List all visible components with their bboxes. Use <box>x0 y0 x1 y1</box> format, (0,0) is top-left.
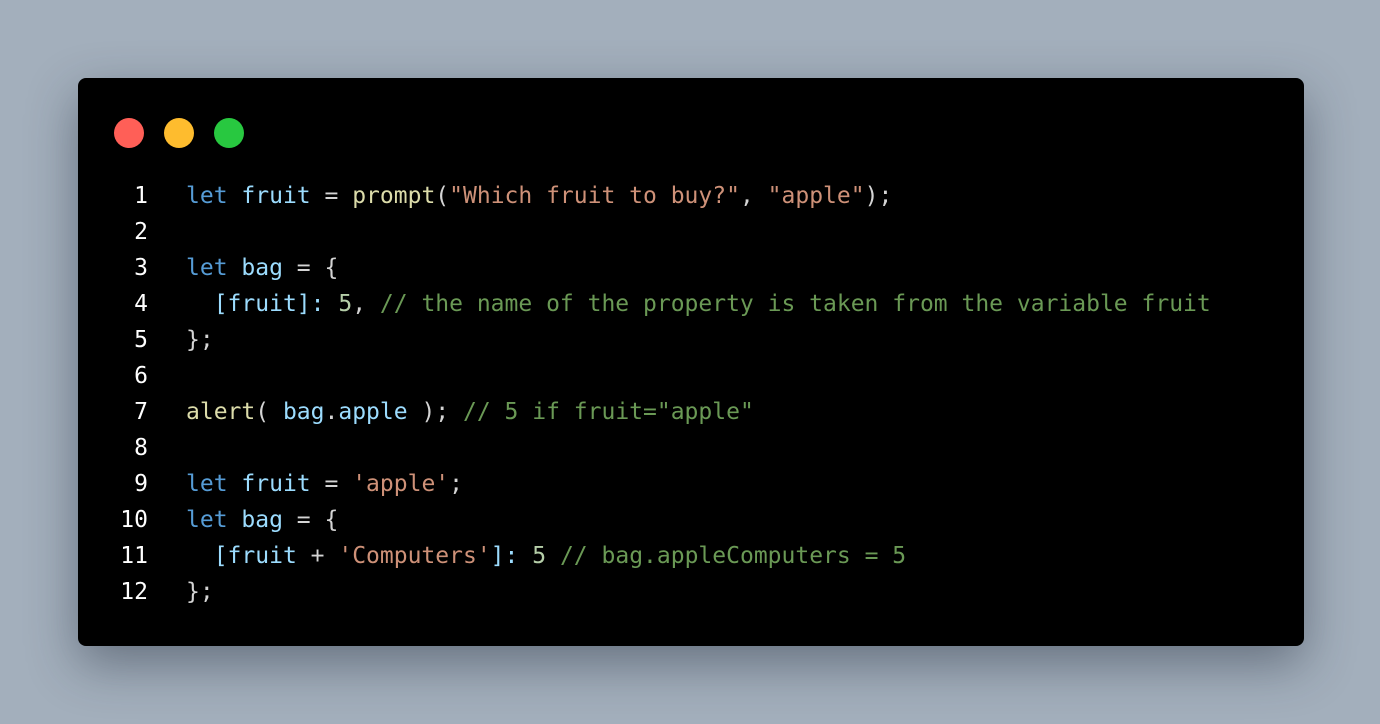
code-block: 1 let fruit = prompt("Which fruit to buy?… <box>78 178 1211 610</box>
line-number: 9 <box>134 471 148 497</box>
code-token-variable: bag <box>282 399 325 425</box>
code-token-function: prompt <box>352 183 436 209</box>
code-token-plain: ( <box>435 183 450 209</box>
code-token-plain: = { <box>282 255 339 281</box>
line-number: 2 <box>134 219 148 245</box>
code-token-plain: ); <box>864 183 893 209</box>
code-token-plain: ( <box>255 399 283 425</box>
code-token-keyword: let <box>186 183 228 209</box>
line-source: let fruit = 'apple'; <box>186 466 463 502</box>
code-token-keyword: let <box>186 507 228 533</box>
line-number: 10 <box>120 507 148 533</box>
code-line: 4 [fruit]: 5, // the name of the propert… <box>78 286 1211 322</box>
line-source: [fruit + 'Computers']: 5 // bag.appleCom… <box>186 538 906 574</box>
line-number: 5 <box>134 327 148 353</box>
code-line: 8 <box>78 430 148 466</box>
code-line: 3 let bag = { <box>78 250 338 286</box>
code-token-function: alert <box>186 399 256 425</box>
minimize-button[interactable] <box>164 118 194 148</box>
line-source: }; <box>186 574 214 610</box>
line-source: }; <box>186 322 214 358</box>
code-token-keyword: let <box>186 471 228 497</box>
line-source: let bag = { <box>186 502 338 538</box>
code-line: 1 let fruit = prompt("Which fruit to buy?… <box>78 178 892 214</box>
code-token-plain: , <box>739 183 768 209</box>
code-token-plain: ); <box>407 399 463 425</box>
line-number: 6 <box>134 363 148 389</box>
code-token-variable: bag <box>241 507 283 533</box>
code-token-plain: + <box>296 543 339 569</box>
code-token-string: "Which fruit to buy?" <box>449 183 740 209</box>
code-token-variable: fruit <box>241 471 311 497</box>
line-number: 11 <box>120 543 148 569</box>
code-line: 5}; <box>78 322 214 358</box>
window-controls <box>114 118 244 148</box>
code-window: 1 let fruit = prompt("Which fruit to buy?… <box>78 78 1304 646</box>
code-token-comment: // bag.appleComputers = 5 <box>559 543 907 569</box>
code-token-plain: , <box>352 291 380 317</box>
line-source: let fruit = prompt("Which fruit to buy?"… <box>186 178 892 214</box>
maximize-button[interactable] <box>214 118 244 148</box>
code-token-keyword: let <box>186 255 228 281</box>
code-token-plain: . <box>324 399 339 425</box>
code-line: 7 alert( bag.apple ); // 5 if fruit="appl… <box>78 394 754 430</box>
line-source: alert( bag.apple ); // 5 if fruit="apple… <box>186 394 754 430</box>
code-token-plain: = { <box>282 507 339 533</box>
code-token-variable: apple <box>338 399 408 425</box>
code-token-variable: [fruit <box>213 543 297 569</box>
line-number: 8 <box>134 435 148 461</box>
code-token-variable: [fruit]: <box>213 291 325 317</box>
close-button[interactable] <box>114 118 144 148</box>
code-token-plain: }; <box>186 579 214 605</box>
code-token-number: 5 <box>532 543 547 569</box>
code-line: 9 let fruit = 'apple'; <box>78 466 463 502</box>
code-token-plain: = <box>310 471 353 497</box>
line-number: 12 <box>120 579 148 605</box>
code-token-string: 'apple' <box>352 471 450 497</box>
line-number: 4 <box>134 291 148 317</box>
code-token-variable: fruit <box>241 183 311 209</box>
code-token-string: "apple" <box>767 183 865 209</box>
code-line: 6 <box>78 358 148 394</box>
code-token-plain: }; <box>186 327 214 353</box>
code-token-comment: // the name of the property is taken fro… <box>379 291 1211 317</box>
code-line: 12}; <box>78 574 213 610</box>
line-source: [fruit]: 5, // the name of the property … <box>186 286 1211 322</box>
code-line: 2 <box>78 214 148 250</box>
code-token-variable: ]: <box>490 543 519 569</box>
line-number: 7 <box>134 399 148 425</box>
code-token-string: 'Computers' <box>338 543 491 569</box>
code-token-plain: = <box>310 183 353 209</box>
line-source: let bag = { <box>186 250 338 286</box>
code-token-variable: bag <box>241 255 283 281</box>
code-token-number: 5 <box>338 291 353 317</box>
line-number: 1 <box>134 183 148 209</box>
code-line: 11 [fruit + 'Computers']: 5 // bag.apple… <box>78 538 906 574</box>
code-token-comment: // 5 if fruit="apple" <box>463 399 754 425</box>
line-number: 3 <box>134 255 148 281</box>
code-line: 10 let bag = { <box>78 502 338 538</box>
code-token-plain: ; <box>449 471 463 497</box>
